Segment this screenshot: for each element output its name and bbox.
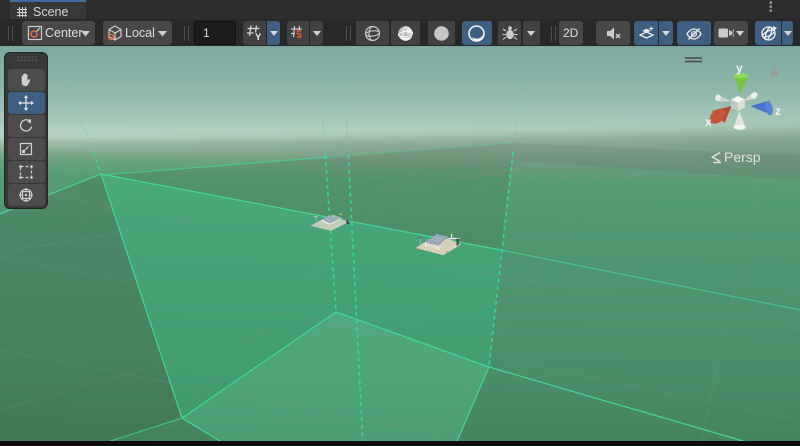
svg-text:Y: Y — [255, 32, 262, 42]
svg-text:y: y — [736, 61, 743, 75]
svg-text:z: z — [775, 104, 781, 118]
svg-text:Persp: Persp — [724, 149, 761, 165]
svg-text:x: x — [705, 115, 712, 129]
